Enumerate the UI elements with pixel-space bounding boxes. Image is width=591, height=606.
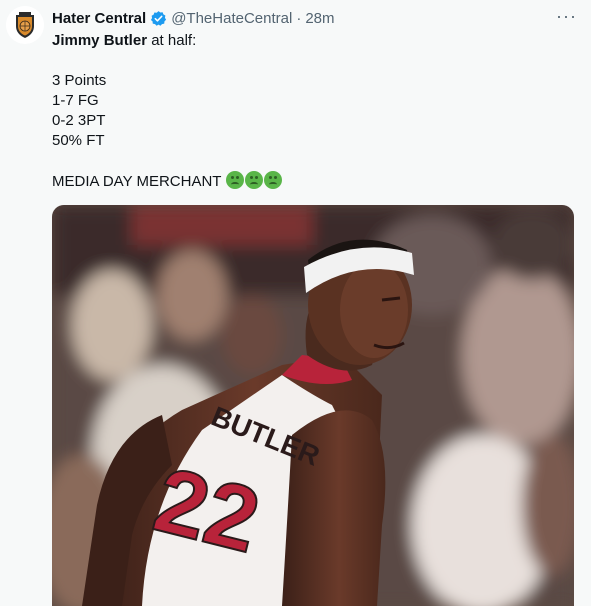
tweet-text: Jimmy Butler at half: 3 Points 1-7 FG 0-…: [52, 31, 572, 191]
stat-line: 1-7 FG: [52, 92, 99, 109]
author-handle[interactable]: @TheHateCentral: [171, 10, 292, 27]
nauseated-face-icon: [264, 171, 283, 189]
tweet-header: Hater Central @TheHateCentral · 28m: [52, 8, 335, 28]
tweet[interactable]: Hater Central @TheHateCentral · 28m ··· …: [0, 0, 591, 606]
player-name: Jimmy Butler: [52, 32, 148, 49]
stat-line: 0-2 3PT: [52, 112, 106, 129]
header-separator: ·: [296, 9, 302, 27]
verified-badge-icon: [151, 10, 167, 26]
stat-line: 50% FT: [52, 132, 105, 149]
more-options-icon[interactable]: ···: [556, 7, 577, 25]
nauseated-face-icon: [245, 171, 264, 189]
closing-text: MEDIA DAY MERCHANT: [52, 173, 222, 190]
post-timestamp[interactable]: 28m: [305, 10, 334, 27]
intro-rest: at half:: [147, 32, 197, 49]
avatar[interactable]: [6, 6, 44, 44]
nauseated-face-icon: [226, 171, 245, 189]
basketball-crest-icon: [6, 6, 44, 44]
closing-line: MEDIA DAY MERCHANT: [52, 171, 572, 191]
post-image[interactable]: BUTLER 22: [52, 205, 574, 606]
stat-line: 3 Points: [52, 72, 107, 89]
player-photo: BUTLER 22: [52, 205, 574, 606]
author-name[interactable]: Hater Central: [52, 10, 146, 27]
intro-line: Jimmy Butler at half:: [52, 31, 572, 51]
